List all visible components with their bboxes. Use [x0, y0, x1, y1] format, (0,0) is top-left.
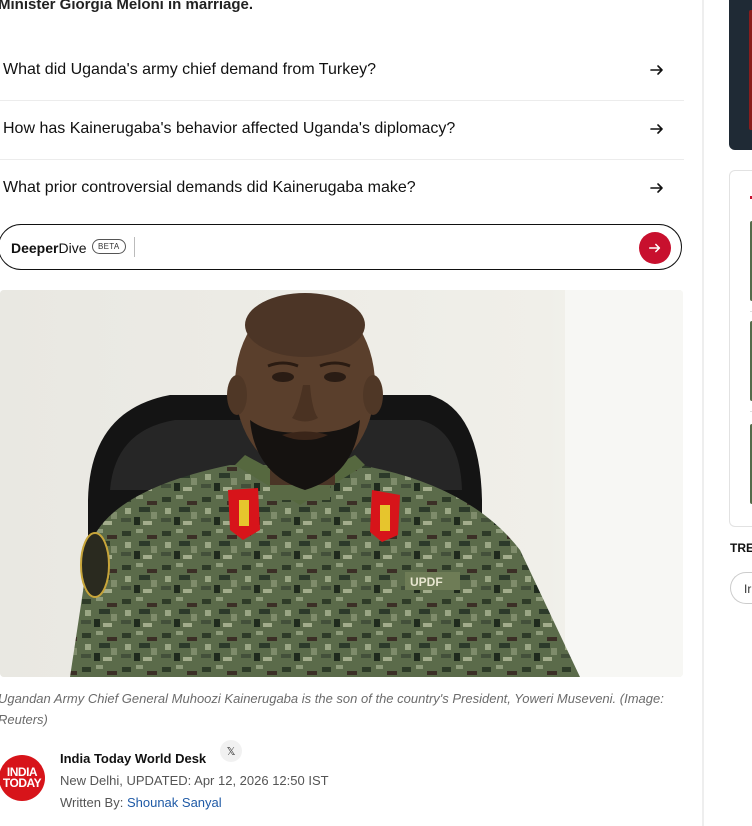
question-item[interactable]: What prior controversial demands did Kai… — [0, 160, 684, 218]
question-item[interactable]: What did Uganda's army chief demand from… — [0, 42, 684, 101]
article-text-fragment: Minister Giorgia Meloni in marriage. — [0, 0, 254, 13]
sidebar-widget-dark[interactable] — [729, 0, 752, 150]
arrow-right-icon — [650, 65, 663, 75]
article-column: Minister Giorgia Meloni in marriage. Wha… — [0, 0, 700, 826]
written-by: Written By: Shounak Sanyal — [60, 795, 222, 810]
sidebar-widget[interactable] — [729, 170, 752, 527]
article-hero-image[interactable]: UPDF — [0, 290, 683, 677]
question-text: What did Uganda's army chief demand from… — [3, 61, 376, 78]
dateline: New Delhi, UPDATED: Apr 12, 2026 12:50 I… — [60, 773, 329, 788]
trending-heading: TRE — [730, 541, 752, 555]
trending-chip[interactable]: Ir — [730, 572, 752, 604]
arrow-right-icon — [650, 124, 663, 134]
column-divider — [702, 0, 704, 826]
question-item[interactable]: How has Kainerugaba's behavior affected … — [0, 101, 684, 160]
text-cursor — [134, 237, 135, 257]
writer-link[interactable]: Shounak Sanyal — [127, 795, 222, 810]
deeper-dive-logo: DeeperDive — [11, 240, 87, 256]
arrow-right-icon — [648, 243, 661, 253]
portrait-photo: UPDF — [0, 290, 683, 677]
x-icon[interactable]: 𝕏 — [220, 740, 242, 762]
byline: INDIA TODAY India Today World Desk 𝕏 New… — [0, 740, 690, 820]
beta-badge: BETA — [92, 239, 126, 254]
author-name[interactable]: India Today World Desk — [60, 751, 206, 766]
arrow-right-icon — [650, 183, 663, 193]
send-button[interactable] — [639, 232, 671, 264]
question-text: What prior controversial demands did Kai… — [3, 179, 416, 196]
question-text: How has Kainerugaba's behavior affected … — [3, 120, 456, 137]
publisher-logo[interactable]: INDIA TODAY — [0, 755, 45, 801]
image-caption: Ugandan Army Chief General Muhoozi Kaine… — [0, 691, 664, 727]
suggested-questions: What did Uganda's army chief demand from… — [0, 42, 684, 218]
uniform-patch-text: UPDF — [410, 575, 443, 589]
deeper-dive-input[interactable]: DeeperDive BETA — [0, 224, 682, 270]
